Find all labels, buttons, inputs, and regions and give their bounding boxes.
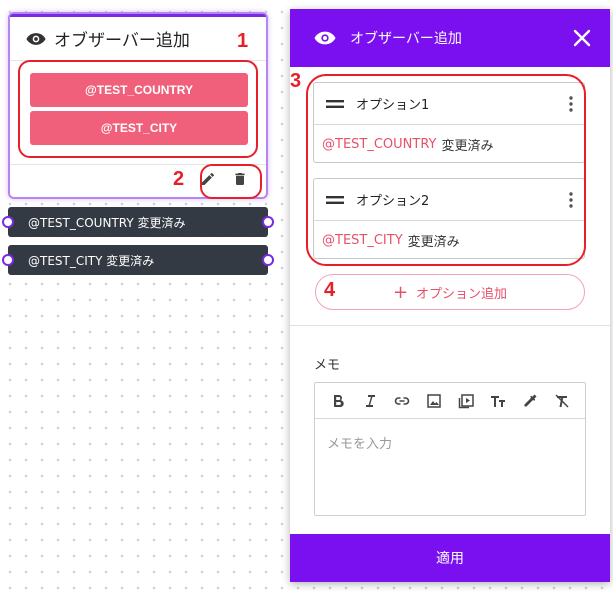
editor-toolbar [315, 383, 585, 419]
memo-label: メモ [314, 358, 341, 373]
annotation-number-1: 1 [237, 30, 249, 52]
eyedropper-icon [524, 394, 537, 406]
italic-button[interactable] [355, 388, 385, 414]
link-icon [394, 396, 410, 405]
close-icon[interactable] [572, 28, 592, 48]
input-port[interactable] [2, 216, 14, 228]
bold-button[interactable] [323, 388, 353, 414]
annotation-highlight-1 [18, 60, 258, 158]
output-label: @TEST_COUNTRY 変更済み [28, 215, 186, 230]
link-button[interactable] [387, 388, 417, 414]
apply-button[interactable]: 適用 [290, 534, 610, 582]
color-picker-button[interactable] [515, 388, 545, 414]
annotation-highlight-2 [200, 164, 262, 199]
video-button[interactable] [451, 388, 481, 414]
bold-icon [334, 394, 344, 407]
node-title: オブザーバー追加 [54, 31, 190, 51]
output-port[interactable] [262, 216, 274, 228]
node-header: オブザーバー追加 [10, 17, 266, 61]
add-option-button[interactable]: + オプション追加 [315, 274, 585, 310]
clear-format-button[interactable] [547, 388, 577, 414]
annotation-number-2: 2 [173, 168, 185, 190]
add-option-label: オプション追加 [416, 286, 508, 302]
eye-icon [314, 31, 336, 45]
output-port[interactable] [262, 254, 274, 266]
image-icon [427, 393, 441, 408]
input-port[interactable] [2, 254, 14, 266]
clear-format-icon [555, 393, 569, 408]
panel-header: オブザーバー追加 [290, 9, 610, 67]
memo-input[interactable]: メモを入力 [315, 419, 585, 466]
divider [290, 325, 610, 326]
italic-icon [366, 394, 375, 407]
video-icon [458, 393, 474, 408]
output-test-city[interactable]: @TEST_CITY 変更済み [2, 245, 274, 275]
plus-icon: + [392, 281, 409, 303]
memo-editor: メモを入力 [314, 382, 586, 516]
output-label: @TEST_CITY 変更済み [28, 253, 155, 268]
annotation-number-3: 3 [290, 70, 302, 92]
output-test-country[interactable]: @TEST_COUNTRY 変更済み [2, 207, 274, 237]
panel-title: オブザーバー追加 [350, 31, 462, 47]
annotation-number-4: 4 [324, 279, 336, 301]
image-button[interactable] [419, 388, 449, 414]
text-size-button[interactable] [483, 388, 513, 414]
annotation-highlight-3 [306, 74, 586, 266]
text-size-icon [491, 395, 505, 407]
eye-icon [26, 32, 46, 45]
